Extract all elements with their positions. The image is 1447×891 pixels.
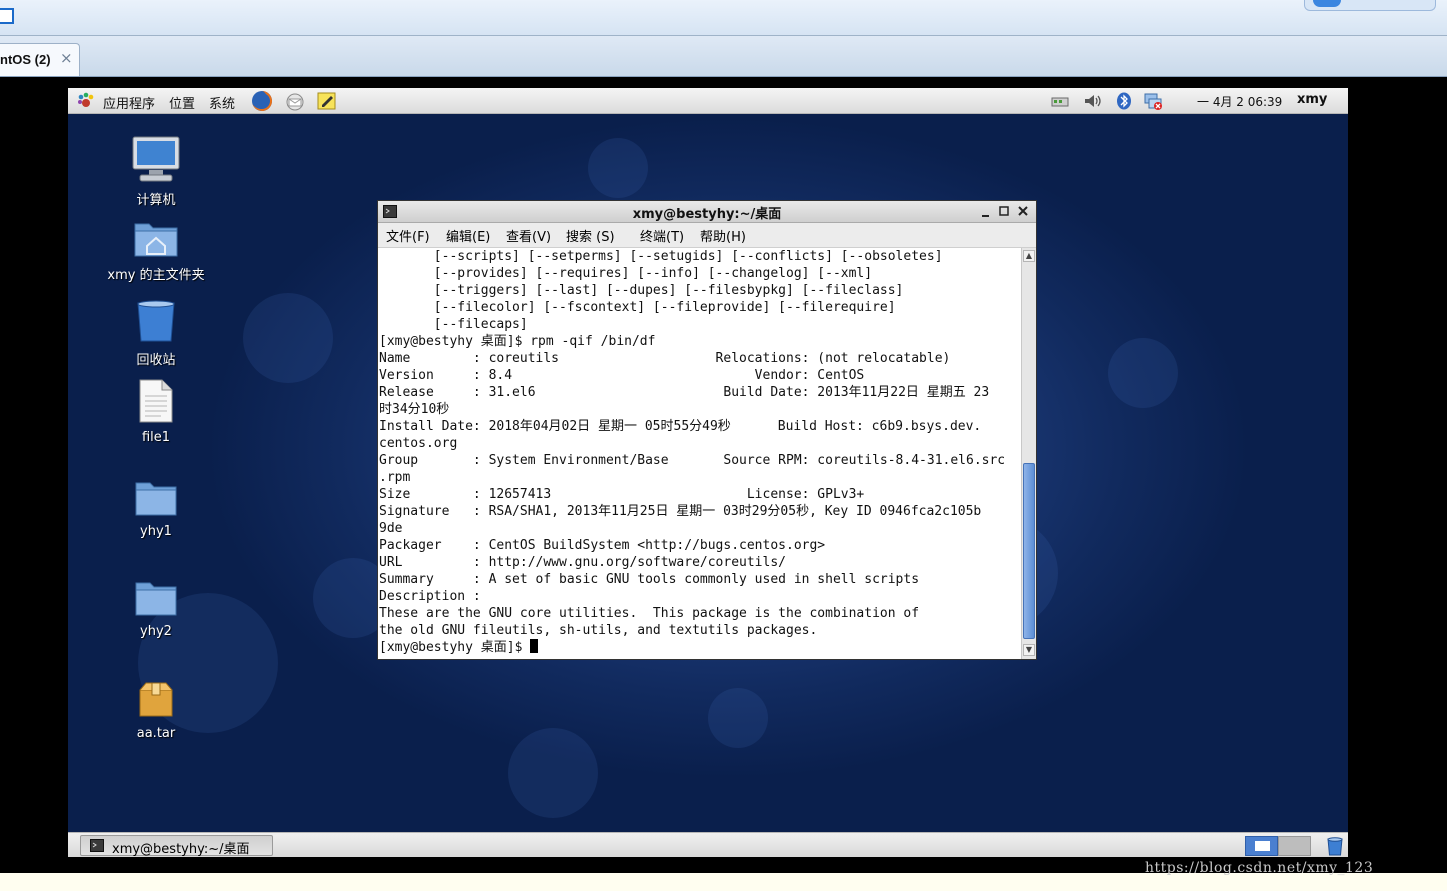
top-panel: 应用程序 位置 系统 一 4月 2 06:39 xmy (68, 88, 1348, 114)
terminal-line: 时34分10秒 (379, 402, 450, 417)
gnome-foot-icon (78, 92, 94, 107)
terminal-line: [--scripts] [--setperms] [--setugids] [-… (379, 249, 943, 264)
scroll-down-icon[interactable]: ▼ (1023, 644, 1035, 656)
bottom-panel: xmy@bestyhy:~/桌面 (68, 832, 1348, 857)
folder-icon (135, 482, 177, 516)
terminal-line: Size : 12657413 License: GPLv3+ (379, 487, 865, 502)
desktop-icon-label: file1 (141, 430, 171, 445)
watermark: https://blog.csdn.net/xmy_123 (1145, 860, 1374, 876)
terminal-line: Name : coreutils Relocations: (not reloc… (379, 351, 951, 366)
bluetooth-icon[interactable] (1114, 92, 1134, 110)
system-menu[interactable]: 系统 (209, 93, 235, 112)
scroll-up-icon[interactable]: ▲ (1023, 250, 1035, 262)
desktop-icon-file1[interactable]: file1 (96, 378, 216, 445)
menu-file[interactable]: 文件(F) (386, 226, 430, 245)
text-editor-icon[interactable] (316, 90, 338, 112)
text-cursor (530, 639, 539, 653)
close-icon[interactable]: × (60, 49, 73, 67)
terminal-icon (90, 839, 104, 852)
host-tabbar: ntOS (2) × (0, 36, 1447, 77)
terminal-window[interactable]: xmy@bestyhy:~/桌面 文件(F) 编辑(E) 查看(V) 搜索 (S… (377, 200, 1037, 660)
archive-icon (139, 682, 173, 717)
terminal-output[interactable]: [--scripts] [--setperms] [--setugids] [-… (379, 248, 1020, 659)
close-icon[interactable] (1018, 205, 1028, 217)
vm-tab-label: ntOS (2) (0, 52, 51, 67)
menu-help[interactable]: 帮助(H) (700, 226, 746, 245)
minimize-icon[interactable] (981, 206, 991, 218)
host-toolbar-button[interactable] (1304, 0, 1436, 11)
user-menu[interactable]: xmy (1297, 92, 1327, 107)
workspace-window-thumb (1255, 841, 1270, 851)
firefox-icon[interactable] (251, 90, 273, 112)
vm-tab[interactable]: ntOS (2) × (0, 43, 80, 76)
guest-desktop: 应用程序 位置 系统 一 4月 2 06:39 xmy 计算机 xmy 的主文件… (68, 88, 1348, 857)
places-menu[interactable]: 位置 (169, 93, 195, 112)
terminal-line: 9de (379, 521, 403, 536)
terminal-line: Summary : A set of basic GNU tools commo… (379, 572, 920, 587)
terminal-line: Version : 8.4 Vendor: CentOS (379, 368, 865, 383)
desktop-icon-yhy2[interactable]: yhy2 (96, 578, 216, 639)
maximize-icon[interactable] (999, 205, 1009, 217)
desktop-icon-label: yhy1 (140, 524, 172, 539)
volume-icon[interactable] (1082, 92, 1102, 110)
terminal-line: .rpm (379, 470, 411, 485)
text-file-icon (139, 379, 173, 423)
mail-client-icon[interactable] (284, 90, 306, 112)
terminal-line: These are the GNU core utilities. This p… (379, 606, 920, 621)
folder-icon (135, 582, 177, 616)
clock[interactable]: 一 4月 2 06:39 (1197, 93, 1282, 110)
trash-icon (137, 300, 175, 342)
menu-view[interactable]: 查看(V) (506, 226, 551, 245)
workspace-1[interactable] (1245, 836, 1278, 856)
home-folder-icon (134, 223, 178, 257)
terminal-line: [--provides] [--requires] [--info] [--ch… (379, 266, 873, 281)
terminal-line: [--filecaps] (379, 317, 528, 332)
desktop-icon-label: aa.tar (136, 726, 176, 741)
terminal-line: URL : http://www.gnu.org/software/coreut… (379, 555, 786, 570)
taskbar-item-terminal[interactable]: xmy@bestyhy:~/桌面 (80, 835, 273, 857)
terminal-line: [xmy@bestyhy 桌面]$ rpm -qif /bin/df (379, 334, 656, 349)
desktop-icon-aa-tar[interactable]: aa.tar (96, 680, 216, 741)
terminal-line: Packager : CentOS BuildSystem <http://bu… (379, 538, 826, 553)
desktop-icon-trash[interactable]: 回收站 (96, 299, 216, 368)
desktop-icon-home[interactable]: xmy 的主文件夹 (96, 218, 216, 283)
scrollbar-thumb[interactable] (1023, 463, 1035, 639)
terminal-text: [--scripts] [--setperms] [--setugids] [-… (379, 248, 1020, 656)
applications-menu[interactable]: 应用程序 (103, 93, 155, 112)
desktop-icon-label: 回收站 (136, 353, 176, 368)
vm-app-icon[interactable] (0, 8, 14, 24)
desktop-icon-computer[interactable]: 计算机 (96, 135, 216, 208)
terminal-line: Install Date: 2018年04月02日 星期一 05时55分49秒 … (379, 419, 982, 434)
menu-edit[interactable]: 编辑(E) (446, 226, 490, 245)
terminal-titlebar[interactable]: xmy@bestyhy:~/桌面 (378, 201, 1036, 223)
terminal-scrollbar[interactable]: ▲ ▼ (1021, 248, 1036, 659)
desktop-icon-yhy1[interactable]: yhy1 (96, 478, 216, 539)
desktop-icon-label: 计算机 (136, 193, 176, 208)
terminal-prompt: [xmy@bestyhy 桌面]$ (379, 640, 531, 655)
terminal-line: Signature : RSA/SHA1, 2013年11月25日 星期一 03… (379, 504, 982, 519)
terminal-menubar: 文件(F) 编辑(E) 查看(V) 搜索 (S) 终端(T) 帮助(H) (378, 223, 1036, 248)
terminal-line: Group : System Environment/Base Source R… (379, 453, 1006, 468)
menu-terminal[interactable]: 终端(T) (640, 226, 684, 245)
network-disconnected-icon[interactable] (1143, 92, 1163, 110)
terminal-line: [--triggers] [--last] [--dupes] [--files… (379, 283, 904, 298)
menu-search[interactable]: 搜索 (S) (566, 226, 615, 245)
workspace-2[interactable] (1278, 836, 1311, 856)
host-toolbar-button-icon (1313, 0, 1341, 7)
desktop-icon-label: yhy2 (140, 624, 172, 639)
network-icon[interactable] (1050, 92, 1070, 110)
terminal-line: Description : (379, 589, 481, 604)
trash-icon[interactable] (1325, 836, 1345, 856)
computer-icon (132, 136, 180, 182)
terminal-line: centos.org (379, 436, 458, 451)
terminal-line: the old GNU fileutils, sh-utils, and tex… (379, 623, 818, 638)
host-toolbar (0, 0, 1447, 36)
terminal-title: xmy@bestyhy:~/桌面 (632, 207, 782, 222)
terminal-line: Release : 31.el6 Build Date: 2013年11月22日… (379, 385, 990, 400)
taskbar-item-label: xmy@bestyhy:~/桌面 (112, 842, 250, 857)
terminal-line: [--filecolor] [--fscontext] [--fileprovi… (379, 300, 896, 315)
desktop-icon-label: xmy 的主文件夹 (107, 268, 205, 283)
